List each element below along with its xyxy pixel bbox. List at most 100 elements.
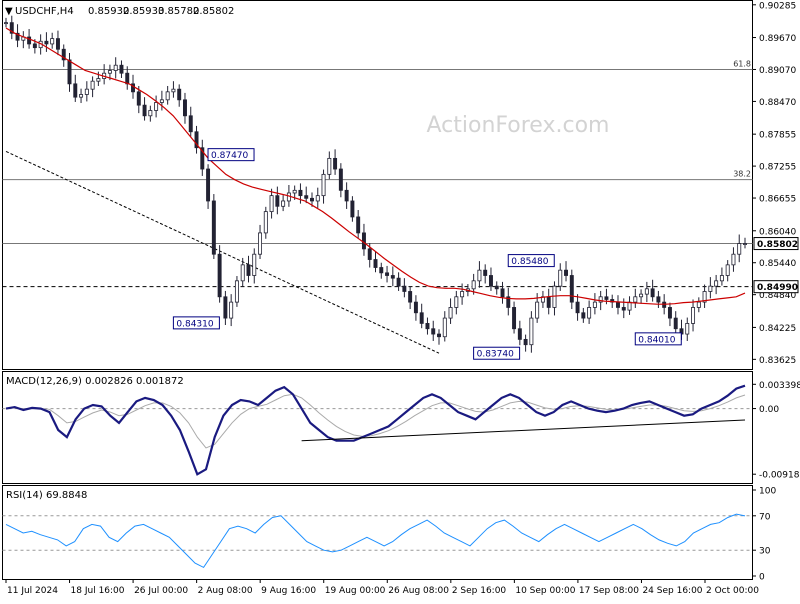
candle-body — [523, 338, 528, 346]
candle-body — [217, 253, 222, 298]
candle-body — [338, 168, 343, 191]
fib-label-0: 61.8 — [733, 59, 751, 68]
candle-body — [32, 43, 37, 49]
candle-body — [373, 259, 378, 268]
candle-body — [529, 317, 534, 346]
price-ytick-label: 0.83625 — [759, 356, 796, 366]
candle-body — [448, 307, 453, 319]
price-panel — [2, 0, 753, 370]
annotation-label-4: 0.84010 — [638, 335, 675, 345]
annotation-label-3: 0.85480 — [511, 257, 548, 267]
candle-body — [44, 40, 49, 45]
candle-body — [119, 64, 124, 74]
x-tick-label: 10 Sep 00:00 — [515, 586, 575, 596]
candle-body — [50, 38, 55, 45]
price-level-label-3: 0.84990 — [757, 283, 798, 293]
candle-body — [419, 312, 424, 324]
candle-body — [691, 307, 696, 324]
candle-body — [292, 189, 297, 194]
candle-body — [517, 328, 522, 340]
candle-body — [154, 102, 159, 111]
candle-body — [206, 168, 211, 202]
candle-body — [136, 91, 141, 106]
candle-body — [246, 264, 251, 276]
candle-body — [564, 269, 568, 276]
candle-body — [171, 88, 176, 93]
candle-body — [743, 243, 747, 245]
candle-body — [229, 301, 234, 319]
macd-ytick-label: 0.00 — [759, 405, 779, 415]
fib-label-1: 38.2 — [733, 170, 751, 179]
rsi-ytick-label: 0 — [759, 573, 765, 583]
candle-body — [604, 296, 609, 300]
candle-body — [159, 99, 164, 103]
candle-body — [240, 264, 245, 282]
price-ytick-label: 0.84225 — [759, 324, 796, 334]
candle-body — [142, 104, 147, 117]
price-ytick-label: 0.85440 — [759, 259, 796, 269]
candle-body — [165, 91, 170, 101]
candle-body — [633, 296, 638, 303]
candle-body — [344, 189, 349, 202]
candle-body — [535, 301, 540, 319]
candle-body — [714, 280, 719, 287]
candle-body — [356, 216, 361, 234]
candle-body — [413, 301, 418, 314]
candle-body — [333, 157, 338, 170]
candle-body — [396, 277, 401, 287]
candle-body — [644, 288, 649, 295]
candle-body — [402, 285, 407, 292]
candle-body — [367, 248, 372, 260]
candle-body — [350, 200, 355, 218]
macd-title: MACD(12,26,9) 0.002826 0.001872 — [6, 376, 184, 387]
price-ytick-label: 0.89670 — [759, 34, 796, 44]
candle-body — [408, 291, 413, 303]
candle-body — [552, 285, 557, 308]
candle-body — [696, 301, 701, 308]
candle-body — [639, 293, 644, 298]
price-level-label-2: 0.85802 — [757, 240, 798, 250]
candle-body — [471, 280, 476, 290]
candle-body — [113, 64, 118, 71]
candle-body — [575, 301, 580, 314]
candle-body — [361, 232, 366, 250]
candle-body — [304, 195, 309, 199]
ohlc-close: 0.85802 — [193, 6, 234, 17]
candle-body — [477, 269, 482, 282]
candle-body — [298, 189, 303, 197]
candle-body — [73, 83, 78, 98]
candle-body — [310, 197, 314, 202]
candle-body — [315, 195, 320, 202]
price-ytick-label: 0.90285 — [759, 1, 796, 11]
price-ytick-label: 0.86655 — [759, 195, 796, 205]
rsi-ytick-label: 70 — [759, 512, 771, 522]
candle-body — [719, 275, 724, 282]
candle-body — [234, 280, 239, 303]
candle-body — [437, 333, 441, 338]
candle-body — [621, 307, 626, 311]
price-ytick-label: 0.87255 — [759, 163, 796, 173]
x-tick-label: 24 Sep 16:00 — [642, 586, 702, 596]
candle-body — [188, 115, 193, 133]
candle-body — [731, 253, 736, 266]
macd-ytick-label: -0.009188 — [759, 471, 800, 481]
candle-body — [558, 269, 563, 287]
x-tick-label: 2 Aug 08:00 — [198, 586, 253, 596]
x-tick-label: 9 Aug 16:00 — [261, 586, 316, 596]
candle-body — [385, 272, 390, 276]
x-tick-label: 11 Jul 2024 — [7, 586, 58, 596]
candle-body — [673, 317, 678, 330]
candle-body — [211, 200, 216, 255]
candle-body — [4, 22, 8, 25]
candle-body — [281, 200, 286, 207]
annotation-label-0: 0.87470 — [211, 151, 248, 161]
candle-body — [454, 296, 459, 308]
candle-body — [84, 88, 89, 95]
candle-body — [512, 307, 517, 330]
chart-svg: ActionForex.com 61.8 38.2 0.87470 0.84310 0… — [0, 0, 800, 600]
macd-ytick-label: 0.003398 — [759, 381, 800, 391]
x-tick-label: 17 Sep 08:00 — [579, 586, 639, 596]
candle-body — [96, 78, 101, 82]
candle-body — [500, 288, 505, 298]
candle-body — [546, 296, 551, 308]
